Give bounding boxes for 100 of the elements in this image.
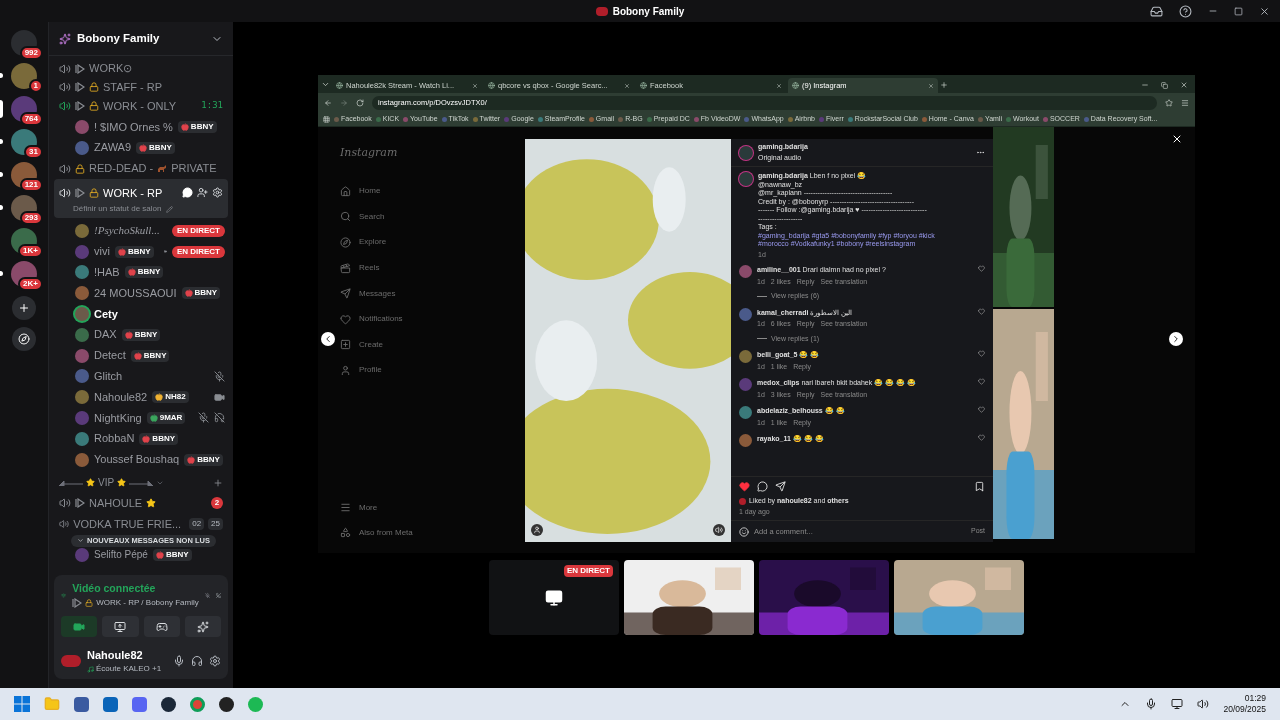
add-channel-icon[interactable] [213,477,223,488]
nav-item[interactable]: Profile [340,357,382,384]
member-name[interactable]: vivi [94,243,110,260]
instagram-logo[interactable]: Instagram [340,145,525,162]
member-name[interactable]: NightKing [94,409,142,427]
back-icon[interactable] [324,98,332,107]
previous-icon[interactable] [321,332,335,346]
close-tab-icon[interactable] [776,82,782,89]
member-name[interactable]: !PsychoSkull... [94,222,160,239]
like-icon[interactable] [978,434,985,441]
screen-share-tile[interactable]: EN DIRECT [489,560,619,635]
voice-channel[interactable]: WORK - RP Définir un statut de salon [54,179,228,219]
share-icon[interactable] [775,481,786,492]
voice-channel-path[interactable]: WORK - RP / Bobony Family [96,597,199,609]
maximize-icon[interactable] [1234,6,1243,16]
microphone-icon[interactable] [173,655,185,667]
like-icon[interactable] [978,307,985,315]
close-icon[interactable] [1171,133,1183,145]
member-name[interactable]: RobbaN [94,430,135,447]
close-tab-icon[interactable] [472,82,478,89]
screen-share-icon [114,620,127,633]
next-icon[interactable] [1169,332,1183,346]
commenter-avatar[interactable] [739,434,752,447]
inbox-icon[interactable] [1150,4,1163,18]
server-icon[interactable] [11,129,37,155]
close-icon[interactable] [1259,5,1270,17]
nav-item[interactable]: Notifications [340,306,403,333]
member-name[interactable]: ZAWA9 [94,139,132,156]
member-tag: BBNY [152,548,192,561]
voice-channel[interactable]: STAFF - RP [54,79,228,96]
commenter-avatar[interactable] [739,307,752,321]
start-icon[interactable] [14,696,30,712]
voice-channel[interactable]: WORK - ONLY 1:31 [54,97,228,114]
app-icon[interactable] [219,696,234,712]
close-tab-icon[interactable] [928,82,934,89]
headphones-icon[interactable] [191,655,203,667]
like-icon[interactable] [739,481,750,492]
clock[interactable]: 01:29 20/09/2025 [1223,693,1266,715]
microphone-icon[interactable] [1145,698,1158,710]
member-name[interactable]: Glitch [94,368,123,385]
settings-icon[interactable] [209,655,221,667]
commenter-avatar[interactable] [739,350,752,363]
menu-icon[interactable] [1181,98,1189,107]
bookmark-star-icon[interactable] [1165,98,1173,107]
camera-button[interactable] [61,616,98,637]
emoji-icon[interactable] [739,526,749,537]
comment-icon[interactable] [757,481,768,492]
nav-item[interactable]: Reels [340,255,380,281]
discover-icon[interactable] [12,327,36,351]
apps-icon[interactable] [323,115,330,123]
author-avatar[interactable] [739,172,753,186]
invite-icon[interactable] [197,187,208,199]
screen-share-button[interactable] [102,616,139,637]
member-name[interactable]: !HAB [94,264,120,281]
member-name[interactable]: Selifto Pépé [94,547,148,563]
bookmark-icon[interactable] [974,481,985,492]
member-tag: 9MAR [146,411,186,424]
voice-channel[interactable]: RED-DEAD - PRIVATE [54,160,228,177]
member-name[interactable]: Nahoule82 [94,388,148,406]
nav-item[interactable]: Messages [340,280,396,307]
activity-button[interactable] [143,616,180,637]
like-icon[interactable] [978,265,985,272]
like-icon[interactable] [978,350,985,357]
voice-channel[interactable]: NAHOULE 2 [49,492,233,514]
member-name[interactable]: ! $IMO Ornes % [94,118,173,135]
member-name[interactable]: Cety [94,305,118,323]
chat-icon[interactable] [182,187,193,199]
member-name[interactable]: Detect [94,347,126,364]
network-icon[interactable] [1171,698,1184,710]
author-avatar[interactable] [739,145,753,160]
member-name[interactable]: 24 MOUSSAOUI [94,284,177,302]
member-name[interactable]: Youssef Boushaq [94,451,180,468]
more-icon[interactable] [976,148,985,157]
settings-icon[interactable] [212,187,223,199]
help-icon[interactable] [1179,4,1192,18]
volume-icon[interactable] [1197,698,1210,710]
nav-item[interactable]: Create [340,332,383,358]
channel-status[interactable]: Définir un statut de salon [73,203,162,216]
reload-icon[interactable] [356,98,364,107]
category-name[interactable]: VIP [98,475,115,491]
voice-channel[interactable]: VODKA TRUE FRIE... 02 25 [49,513,233,535]
tab-list-icon[interactable] [321,80,330,89]
member-name[interactable]: DAX [94,326,117,343]
new-tab-icon[interactable] [940,81,948,89]
voice-channel[interactable]: WORK⊙ [54,60,228,77]
nav-item[interactable]: More [340,495,525,520]
nav-item[interactable]: Search [340,204,385,230]
nav-item[interactable]: Also from Meta [340,520,525,545]
nav-item[interactable]: Home [340,178,381,205]
commenter-avatar[interactable] [739,265,752,278]
soundboard-button[interactable] [184,616,221,637]
restore-icon[interactable] [1161,82,1168,89]
nav-item[interactable]: Explore [340,229,387,256]
like-icon[interactable] [978,378,985,385]
like-icon[interactable] [978,406,985,413]
commenter-avatar[interactable] [739,406,752,419]
add-server-icon[interactable] [12,296,36,320]
minimize-icon[interactable] [1141,81,1149,89]
server-header[interactable]: Bobony Family [49,22,233,56]
close-tab-icon[interactable] [624,82,630,89]
